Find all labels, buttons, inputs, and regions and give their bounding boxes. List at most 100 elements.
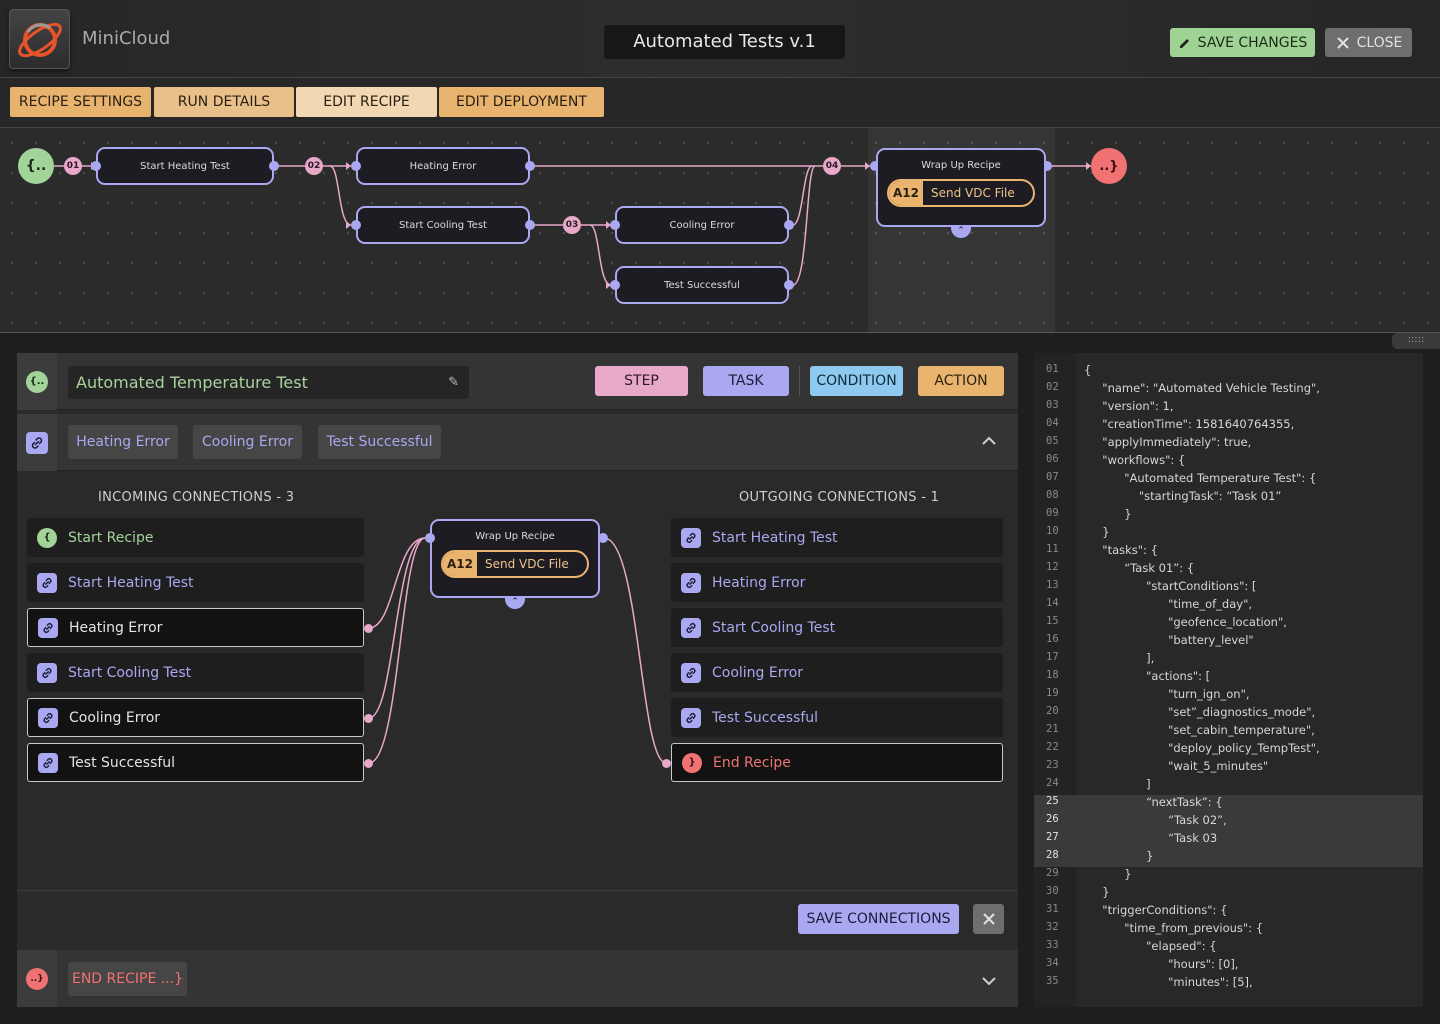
incoming-item-label: Test Successful <box>69 754 176 771</box>
code-line[interactable]: 18 "actions": [ <box>1034 669 1423 687</box>
code-line[interactable]: 24 ] <box>1034 777 1423 795</box>
chevron-down-icon[interactable] <box>980 974 998 988</box>
discard-button[interactable] <box>973 904 1004 934</box>
line-number: 26 <box>1046 813 1059 825</box>
code-line[interactable]: 23 "wait_5_minutes" <box>1034 759 1423 777</box>
line-number: 32 <box>1046 921 1059 933</box>
code-line[interactable]: 09 } <box>1034 507 1423 525</box>
center-node-wrap-up[interactable]: Wrap Up Recipe A12 Send VDC File <box>430 519 600 598</box>
line-number: 29 <box>1046 867 1059 879</box>
outgoing-item-test-successful[interactable]: Test Successful <box>671 698 1003 737</box>
outgoing-item-start-cooling[interactable]: Start Cooling Test <box>671 608 1003 647</box>
line-number: 14 <box>1046 597 1059 609</box>
code-line[interactable]: 19 "turn_ign_on", <box>1034 687 1423 705</box>
line-number: 30 <box>1046 885 1059 897</box>
code-line[interactable]: 01 { <box>1034 363 1423 381</box>
code-text: "hours": [0], <box>1084 957 1239 971</box>
outgoing-item-label: Start Cooling Test <box>712 619 836 636</box>
code-text: "tasks": { <box>1084 543 1158 557</box>
incoming-item-heating-error[interactable]: Heating Error <box>27 608 364 647</box>
line-number: 27 <box>1046 831 1059 843</box>
code-text: "wait_5_minutes" <box>1084 759 1269 773</box>
code-line[interactable]: 26 “Task 02”, <box>1034 813 1423 831</box>
code-line[interactable]: 31 "triggerConditions": { <box>1034 903 1423 921</box>
line-number: 05 <box>1046 435 1059 447</box>
link-icon <box>681 527 701 548</box>
line-number: 03 <box>1046 399 1059 411</box>
incoming-item-test-successful[interactable]: Test Successful <box>27 743 364 782</box>
code-line[interactable]: 14 "time_of_day", <box>1034 597 1423 615</box>
end-recipe-icon: ..} <box>26 967 48 990</box>
code-line[interactable]: 25 “nextTask”: { <box>1034 795 1423 813</box>
line-number: 10 <box>1046 525 1059 537</box>
code-line[interactable]: 35 "minutes": [5], <box>1034 975 1423 993</box>
line-number: 22 <box>1046 741 1059 753</box>
input-port[interactable] <box>425 533 435 543</box>
outgoing-item-label: End Recipe <box>713 754 791 771</box>
start-icon: { <box>37 527 57 548</box>
code-text: “nextTask”: { <box>1084 795 1223 809</box>
incoming-item-start-cooling[interactable]: Start Cooling Test <box>27 653 364 692</box>
code-line[interactable]: 13 "startConditions": [ <box>1034 579 1423 597</box>
connection-port[interactable] <box>662 759 671 768</box>
action-label: Send VDC File <box>485 557 569 571</box>
code-line[interactable]: 05 "applyImmediately": true, <box>1034 435 1423 453</box>
code-line[interactable]: 20 "set”_diagnostics_mode", <box>1034 705 1423 723</box>
code-text: "set”_diagnostics_mode", <box>1084 705 1316 719</box>
code-text: "time_from_previous": { <box>1084 921 1264 935</box>
connection-port[interactable] <box>364 714 373 723</box>
outgoing-item-end-recipe[interactable]: } End Recipe <box>671 743 1003 782</box>
code-line[interactable]: 17 ], <box>1034 651 1423 669</box>
code-line[interactable]: 12 “Task 01”: { <box>1034 561 1423 579</box>
outgoing-item-heating-error[interactable]: Heating Error <box>671 563 1003 602</box>
end-icon: } <box>682 752 702 773</box>
code-text: "elapsed": { <box>1084 939 1217 953</box>
line-number: 23 <box>1046 759 1059 771</box>
line-number: 35 <box>1046 975 1059 987</box>
code-line[interactable]: 03 "version": 1, <box>1034 399 1423 417</box>
end-recipe-chip[interactable]: END RECIPE ...} <box>68 962 187 996</box>
link-icon <box>681 617 701 638</box>
code-line[interactable]: 33 "elapsed": { <box>1034 939 1423 957</box>
code-line[interactable]: 16 "battery_level" <box>1034 633 1423 651</box>
code-text: “Task 03 <box>1084 831 1218 845</box>
line-number: 09 <box>1046 507 1059 519</box>
code-line[interactable]: 34 "hours": [0], <box>1034 957 1423 975</box>
line-number: 33 <box>1046 939 1059 951</box>
incoming-item-cooling-error[interactable]: Cooling Error <box>27 698 364 737</box>
line-number: 11 <box>1046 543 1059 555</box>
code-text: "applyImmediately": true, <box>1084 435 1252 449</box>
connection-port[interactable] <box>364 759 373 768</box>
incoming-item-start-recipe[interactable]: { Start Recipe <box>27 518 364 557</box>
code-line[interactable]: 21 "set_cabin_temperature", <box>1034 723 1423 741</box>
wrap-up-title: Wrap Up Recipe <box>475 531 555 542</box>
code-line[interactable]: 08 "startingTask": “Task 01” <box>1034 489 1423 507</box>
line-number: 31 <box>1046 903 1059 915</box>
save-connections-button[interactable]: SAVE CONNECTIONS <box>798 904 959 934</box>
code-line[interactable]: 04 "creationTime": 1581640764355, <box>1034 417 1423 435</box>
incoming-item-label: Start Cooling Test <box>68 664 192 681</box>
code-line[interactable]: 02 "name": "Automated Vehicle Testing", <box>1034 381 1423 399</box>
code-line[interactable]: 30 } <box>1034 885 1423 903</box>
code-line[interactable]: 22 "deploy_policy_TempTest", <box>1034 741 1423 759</box>
code-line[interactable]: 29 } <box>1034 867 1423 885</box>
connection-port[interactable] <box>364 624 373 633</box>
incoming-item-label: Heating Error <box>69 619 163 636</box>
incoming-item-label: Start Recipe <box>68 529 154 546</box>
line-number: 18 <box>1046 669 1059 681</box>
code-line[interactable]: 11 "tasks": { <box>1034 543 1423 561</box>
incoming-item-start-heating[interactable]: Start Heating Test <box>27 563 364 602</box>
action-pill[interactable]: A12 Send VDC File <box>441 550 589 578</box>
code-line[interactable]: 10 } <box>1034 525 1423 543</box>
outgoing-item-cooling-error[interactable]: Cooling Error <box>671 653 1003 692</box>
outgoing-item-start-heating[interactable]: Start Heating Test <box>671 518 1003 557</box>
code-line[interactable]: 07 "Automated Temperature Test": { <box>1034 471 1423 489</box>
output-port[interactable] <box>598 533 608 543</box>
code-line[interactable]: 15 "geofence_location", <box>1034 615 1423 633</box>
code-text: "name": "Automated Vehicle Testing", <box>1084 381 1320 395</box>
code-line[interactable]: 27 “Task 03 <box>1034 831 1423 849</box>
code-line[interactable]: 06 "workflows": { <box>1034 453 1423 471</box>
code-line[interactable]: 32 "time_from_previous": { <box>1034 921 1423 939</box>
code-text: ], <box>1084 651 1155 665</box>
code-line[interactable]: 28 } <box>1034 849 1423 867</box>
